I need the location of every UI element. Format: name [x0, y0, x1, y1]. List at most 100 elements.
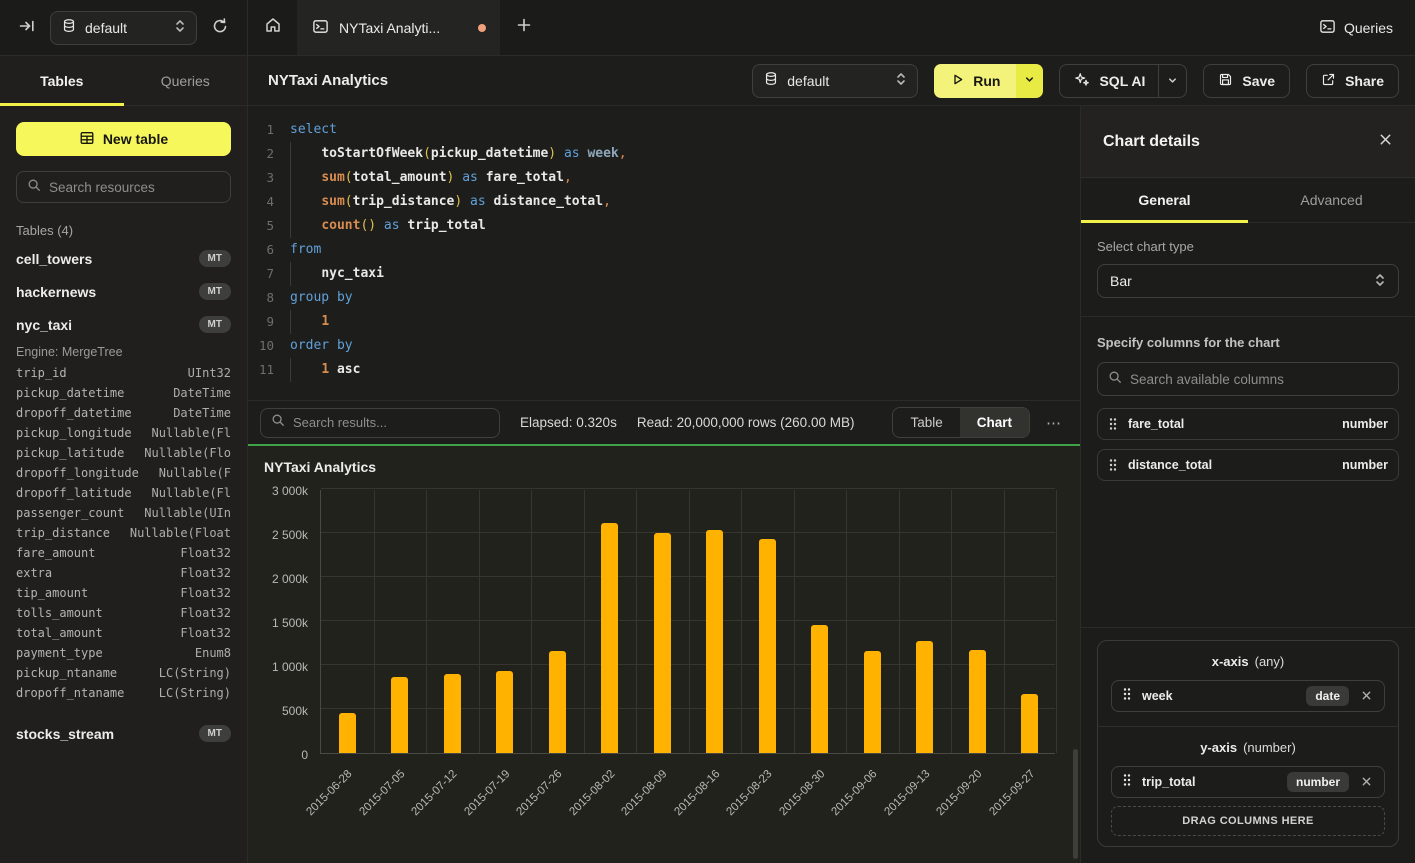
panel-tab-general[interactable]: General	[1081, 178, 1248, 222]
column-row: trip_distanceNullable(Float	[16, 523, 231, 543]
available-column-chip-distance_total[interactable]: distance_totalnumber	[1097, 449, 1399, 481]
column-row: dropoff_longitudeNullable(F	[16, 463, 231, 483]
column-search-input[interactable]	[1130, 372, 1388, 387]
line-code: 1 asc	[290, 358, 360, 382]
column-type: Float32	[180, 606, 231, 620]
scrollbar[interactable]	[1073, 749, 1078, 859]
table-row-nyc_taxi[interactable]: nyc_taxiMT	[16, 308, 231, 341]
play-icon	[950, 72, 965, 90]
queries-button[interactable]: Queries	[1297, 0, 1415, 55]
run-button[interactable]: Run	[934, 64, 1016, 98]
chart-type-label: Select chart type	[1097, 239, 1399, 254]
chart-details-panel: Chart details General Advanced Select ch…	[1080, 106, 1415, 863]
toggle-table[interactable]: Table	[893, 408, 959, 437]
resource-search	[16, 171, 231, 203]
results-more-button[interactable]: ⋯	[1040, 412, 1068, 434]
table-row-cell_towers[interactable]: cell_towersMT	[16, 242, 231, 275]
v-gridline	[584, 490, 585, 753]
home-tab[interactable]	[248, 0, 298, 55]
sql-token	[290, 218, 321, 233]
toolbar-database-selector[interactable]: default	[752, 64, 918, 98]
v-gridline	[1056, 490, 1057, 753]
line-number: 11	[248, 358, 290, 382]
save-button[interactable]: Save	[1203, 64, 1290, 98]
toggle-chart[interactable]: Chart	[960, 408, 1029, 437]
panel-tab-advanced[interactable]: Advanced	[1248, 178, 1415, 222]
column-row: extraFloat32	[16, 563, 231, 583]
line-code: 1	[290, 310, 329, 334]
unsaved-dot	[478, 24, 486, 32]
remove-y-axis-column-button[interactable]	[1359, 773, 1374, 792]
sidebar-tab-queries[interactable]: Queries	[124, 56, 248, 105]
y-axis-ticks: 0500k1 000k1 500k2 000k2 500k3 000k	[248, 490, 308, 754]
y-tick-label: 2 500k	[248, 528, 308, 542]
results-search-input[interactable]	[293, 415, 489, 430]
chart-bar	[916, 641, 933, 753]
axis-config-area: x-axis(any) week date	[1081, 627, 1415, 863]
close-panel-button[interactable]	[1378, 132, 1393, 151]
terminal-icon	[312, 18, 329, 38]
remove-x-axis-column-button[interactable]	[1359, 687, 1374, 706]
table-engine-label: Engine: MergeTree	[16, 341, 231, 363]
collapse-sidebar-button[interactable]	[14, 13, 40, 42]
column-type: LC(String)	[159, 686, 231, 700]
chart-bar	[444, 674, 461, 753]
x-axis-chip[interactable]: week date	[1111, 680, 1385, 712]
column-name: dropoff_latitude	[16, 486, 132, 500]
sidebar-tab-tables[interactable]: Tables	[0, 56, 124, 105]
column-row: trip_idUInt32	[16, 363, 231, 383]
run-options-button[interactable]	[1016, 64, 1043, 98]
chart-bar	[759, 539, 776, 753]
available-columns-list: fare_totalnumber distance_totalnumber	[1097, 408, 1399, 490]
new-table-button[interactable]: New table	[16, 122, 231, 156]
drag-columns-dropzone[interactable]: DRAG COLUMNS HERE	[1111, 806, 1385, 836]
refresh-button[interactable]	[207, 13, 233, 42]
x-axis-chip-type-badge: date	[1306, 686, 1349, 706]
v-gridline	[426, 490, 427, 753]
y-axis-chip[interactable]: trip_total number	[1111, 766, 1385, 798]
table-row-stocks_stream[interactable]: stocks_streamMT	[16, 717, 231, 750]
column-type: Float32	[180, 586, 231, 600]
v-gridline	[531, 490, 532, 753]
column-type: Enum8	[195, 646, 231, 660]
editor-line: 8group by	[248, 286, 1080, 310]
read-stat: Read: 20,000,000 rows (260.00 MB)	[637, 415, 855, 430]
editor-line: 3 sum(total_amount) as fare_total,	[248, 166, 1080, 190]
column-type: DateTime	[173, 406, 231, 420]
tab-title: NYTaxi Analyti...	[339, 20, 440, 36]
sql-editor[interactable]: 1select2 toStartOfWeek(pickup_datetime) …	[248, 106, 1080, 400]
new-tab-button[interactable]	[500, 0, 548, 55]
v-gridline	[846, 490, 847, 753]
sql-ai-options-button[interactable]	[1158, 65, 1186, 97]
sql-token	[290, 146, 321, 161]
v-gridline	[899, 490, 900, 753]
updown-chevron-icon	[1374, 273, 1386, 290]
line-code: group by	[290, 286, 353, 310]
resource-search-input[interactable]	[49, 180, 220, 195]
indent-guide	[290, 358, 291, 382]
chart-type-select[interactable]: Bar	[1097, 264, 1399, 298]
line-code: toStartOfWeek(pickup_datetime) as week,	[290, 142, 627, 166]
y-tick-label: 1 000k	[248, 660, 308, 674]
engine-badge: MT	[199, 250, 231, 267]
column-name: trip_distance	[16, 526, 110, 540]
available-column-chip-fare_total[interactable]: fare_totalnumber	[1097, 408, 1399, 440]
y-axis-chip-type-badge: number	[1287, 772, 1349, 792]
tab-nytaxi-analytics[interactable]: NYTaxi Analyti...	[298, 0, 500, 55]
column-type: Nullable(UIn	[144, 506, 231, 520]
drag-handle-icon	[1122, 773, 1132, 792]
chart-bar	[864, 651, 881, 753]
search-icon	[271, 413, 285, 432]
sql-ai-label: SQL AI	[1099, 73, 1145, 89]
close-icon	[1378, 132, 1393, 151]
table-row-hackernews[interactable]: hackernewsMT	[16, 275, 231, 308]
sql-ai-button[interactable]: SQL AI	[1059, 64, 1187, 98]
database-selector[interactable]: default	[50, 11, 197, 45]
v-gridline	[1004, 490, 1005, 753]
editor-line: 9 1	[248, 310, 1080, 334]
line-code: sum(trip_distance) as distance_total,	[290, 190, 611, 214]
v-gridline	[479, 490, 480, 753]
column-type: Float32	[180, 566, 231, 580]
share-button[interactable]: Share	[1306, 64, 1399, 98]
sql-token	[290, 314, 321, 329]
